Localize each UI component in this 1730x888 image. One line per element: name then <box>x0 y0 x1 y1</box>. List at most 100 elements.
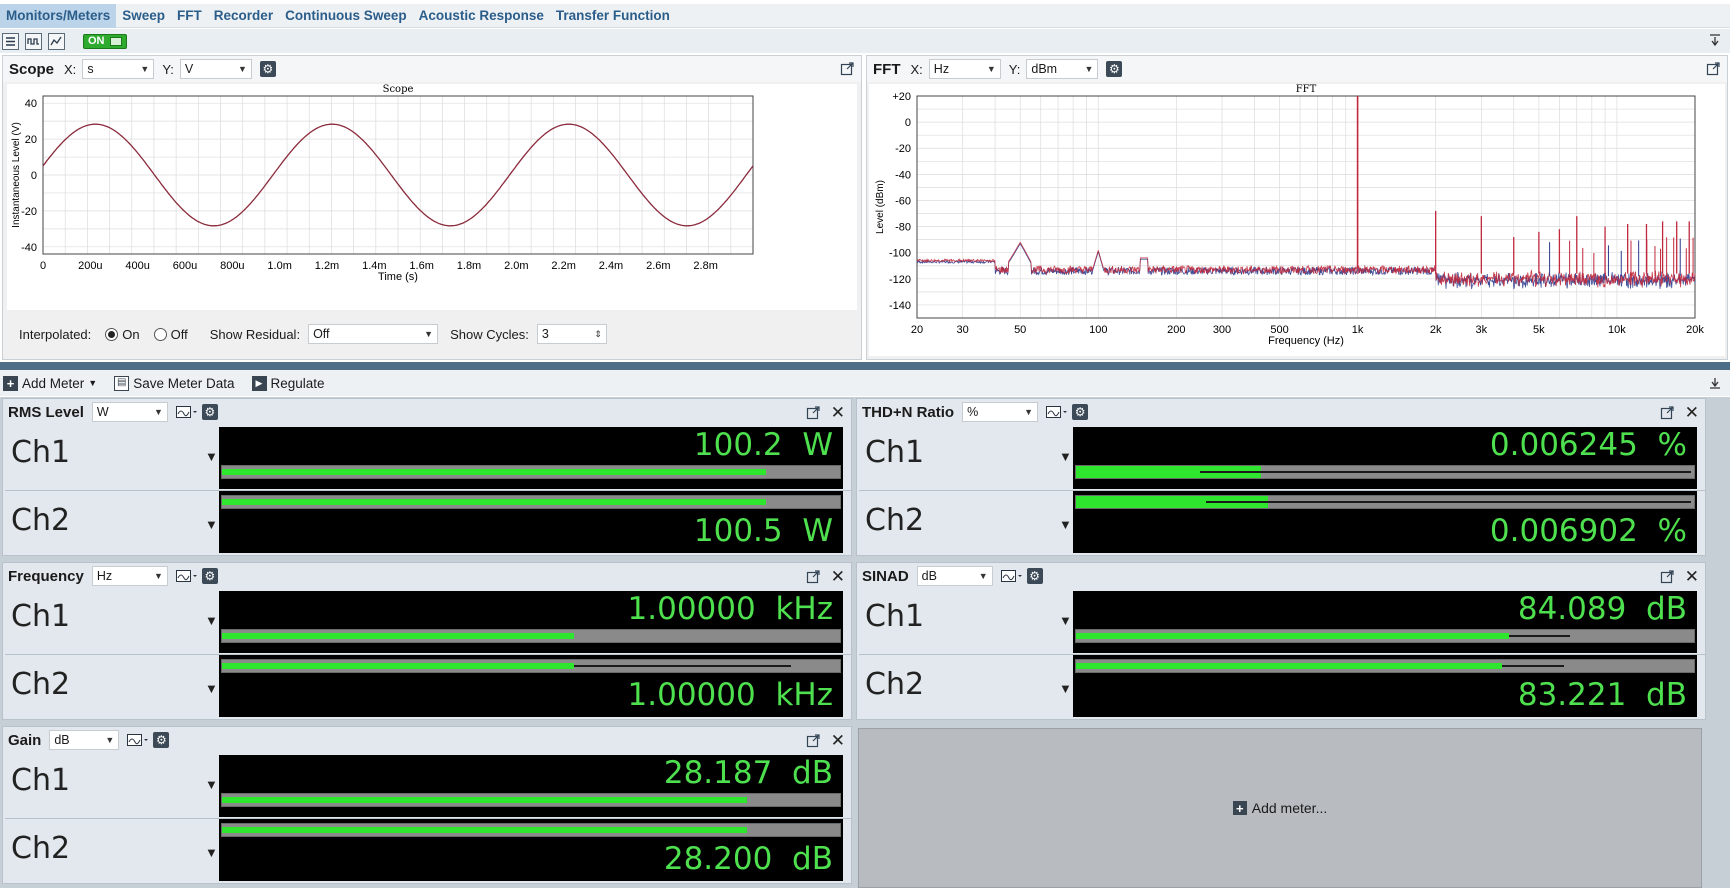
interpolated-off-radio[interactable] <box>153 327 167 341</box>
meter-value-unit: W <box>802 427 833 463</box>
level-bar <box>221 823 841 837</box>
meter-value-unit: % <box>1657 513 1687 549</box>
channel-menu-caret-icon[interactable]: ▼ <box>205 845 218 860</box>
meter-display-options-icon[interactable] <box>1046 405 1068 419</box>
channel-menu-caret-icon[interactable]: ▼ <box>205 613 218 628</box>
analyzer-icon[interactable] <box>48 32 65 50</box>
x-tick-label: 300 <box>1213 324 1231 336</box>
scope-y-unit-select[interactable]: V ▼ <box>179 59 252 79</box>
meter-display-options-icon[interactable] <box>127 733 149 747</box>
y-tick-label: -80 <box>895 222 911 234</box>
channel-menu-caret-icon[interactable]: ▼ <box>205 681 218 696</box>
popout-icon[interactable] <box>806 569 821 584</box>
generator-icon[interactable] <box>25 32 42 50</box>
close-icon[interactable]: ✕ <box>831 568 845 585</box>
scope-panel: Scope X: s ▼ Y: V ▼ ⚙ Scope 40 20 0 -20 -40 0 200… <box>2 55 862 360</box>
scope-chart[interactable]: Scope40200-20-400 200u 400u 600u 800u 1.0m 1.2… <box>7 84 857 310</box>
channel-menu-caret-icon[interactable]: ▼ <box>1059 681 1072 696</box>
gear-icon[interactable]: ⚙ <box>201 404 218 420</box>
regulate-button[interactable]: ▶ Regulate <box>249 375 325 391</box>
tab-continuous-sweep[interactable]: Continuous Sweep <box>279 4 413 28</box>
channel-menu-caret-icon[interactable]: ▼ <box>1059 613 1072 628</box>
play-icon: ▶ <box>251 375 267 391</box>
add-meter-button[interactable]: + Add Meter ▼ <box>0 375 97 391</box>
meter-unit-select[interactable]: dB ▼ <box>916 566 993 586</box>
tab-transfer-function[interactable]: Transfer Function <box>550 4 676 28</box>
meter-value-unit: W <box>802 513 833 549</box>
channel-label: Ch1 <box>865 599 925 634</box>
meter-value: 1.00000 <box>627 677 756 713</box>
tab-recorder[interactable]: Recorder <box>208 4 279 28</box>
chevron-down-icon: ▼ <box>105 735 115 745</box>
fft-x-unit-select[interactable]: Hz ▼ <box>928 59 1001 79</box>
chevron-down-icon: ▼ <box>978 571 988 581</box>
gear-icon[interactable]: ⚙ <box>1106 61 1123 77</box>
meter-unit-select[interactable]: dB ▼ <box>49 730 120 750</box>
chevron-down-icon: ▼ <box>140 64 150 74</box>
fft-graph[interactable]: FFT +20 0 -20 -40 -60 -80 -100 -120 -140 20 30 50 100… <box>869 84 1725 356</box>
close-icon[interactable]: ✕ <box>1685 404 1699 421</box>
close-icon[interactable]: ✕ <box>831 732 845 749</box>
interpolated-on-radio[interactable] <box>105 327 119 341</box>
channel-menu-caret-icon[interactable]: ▼ <box>1059 449 1072 464</box>
y-axis-label: Level (dBm) <box>875 180 886 234</box>
gear-icon[interactable]: ⚙ <box>1072 404 1089 420</box>
gear-icon[interactable]: ⚙ <box>153 732 170 748</box>
close-icon[interactable]: ✕ <box>1685 568 1699 585</box>
meter-row-ch1: Ch1 ▼ 84.089 dB <box>859 591 1705 653</box>
meter-display: 28.200 dB <box>219 819 843 881</box>
tab-sweep[interactable]: Sweep <box>116 4 171 28</box>
meter-display-options-icon[interactable] <box>175 569 198 583</box>
gear-icon[interactable]: ⚙ <box>201 568 218 584</box>
scope-graph[interactable]: Scope 40 20 0 -20 -40 0 200u 400u 600u 800u 1.0m 1.2… <box>7 84 857 310</box>
channel-menu-caret-icon[interactable]: ▼ <box>205 449 218 464</box>
add-meter-placeholder[interactable]: + Add meter... <box>858 728 1702 888</box>
scope-x-unit-select[interactable]: s ▼ <box>82 59 155 79</box>
close-icon[interactable]: ✕ <box>831 404 845 421</box>
meter-unit-select[interactable]: W ▼ <box>91 402 168 422</box>
scope-x-unit-value: s <box>87 62 94 76</box>
meter-display-options-icon[interactable] <box>175 405 198 419</box>
x-tick-label: 20k <box>1686 324 1704 336</box>
channel-menu-caret-icon[interactable]: ▼ <box>1059 517 1072 532</box>
channel-menu-caret-icon[interactable]: ▼ <box>205 517 218 532</box>
meter-display-options-icon[interactable] <box>1000 569 1023 583</box>
tab-monitors-meters[interactable]: Monitors/Meters <box>0 3 117 28</box>
panel-splitter[interactable] <box>0 362 1730 370</box>
interpolated-on-label: On <box>122 326 140 342</box>
tab-acoustic-response[interactable]: Acoustic Response <box>413 4 550 28</box>
meter-title: Frequency <box>8 567 84 585</box>
meter-unit-select[interactable]: % ▼ <box>962 402 1039 422</box>
fft-chart[interactable]: FFT +20 0 -20 -40 -60 -80 -100 -120 -14020 30 50 100… <box>869 84 1725 356</box>
meter-display: 1.00000 kHz <box>219 655 843 717</box>
meter-row-ch1: Ch1 ▼ 0.006245 % <box>859 427 1705 489</box>
popout-icon[interactable] <box>1706 61 1721 76</box>
x-tick-label: 600u <box>173 260 197 272</box>
level-bar-peak <box>1508 635 1571 637</box>
channel-menu-caret-icon[interactable]: ▼ <box>205 777 218 792</box>
save-meter-data-button[interactable]: ▤ Save Meter Data <box>111 375 235 391</box>
spin-arrows-icon[interactable]: ⇕ <box>594 329 602 340</box>
meter-header-actions: ✕ <box>1660 568 1699 585</box>
meter-value-readout: 1.00000 kHz <box>628 677 833 713</box>
popout-icon[interactable] <box>1660 569 1675 584</box>
gear-icon[interactable]: ⚙ <box>259 61 276 77</box>
popout-icon[interactable] <box>806 405 821 420</box>
fft-y-unit-select[interactable]: dBm ▼ <box>1026 59 1099 79</box>
tab-fft[interactable]: FFT <box>171 4 208 28</box>
show-residual-select[interactable]: Off ▼ <box>308 324 439 344</box>
popout-icon[interactable] <box>1660 405 1675 420</box>
popout-icon[interactable] <box>840 61 855 76</box>
meter-unit-select[interactable]: Hz ▼ <box>91 566 168 586</box>
sequence-icon[interactable] <box>2 32 19 50</box>
fft-x-label: X: <box>910 61 923 77</box>
x-tick-label: 2k <box>1430 324 1442 336</box>
generator-on-toggle[interactable]: ON <box>83 33 127 49</box>
meter-toolbar: + Add Meter ▼ ▤ Save Meter Data ▶ Regula… <box>0 370 1730 396</box>
popout-icon[interactable] <box>806 733 821 748</box>
meter-value-readout: 0.006245 % <box>1490 427 1687 463</box>
pin-icon[interactable] <box>1708 376 1722 390</box>
pin-icon[interactable] <box>1708 33 1722 47</box>
show-cycles-stepper[interactable]: 3 ⇕ <box>536 324 607 344</box>
gear-icon[interactable]: ⚙ <box>1026 568 1043 584</box>
